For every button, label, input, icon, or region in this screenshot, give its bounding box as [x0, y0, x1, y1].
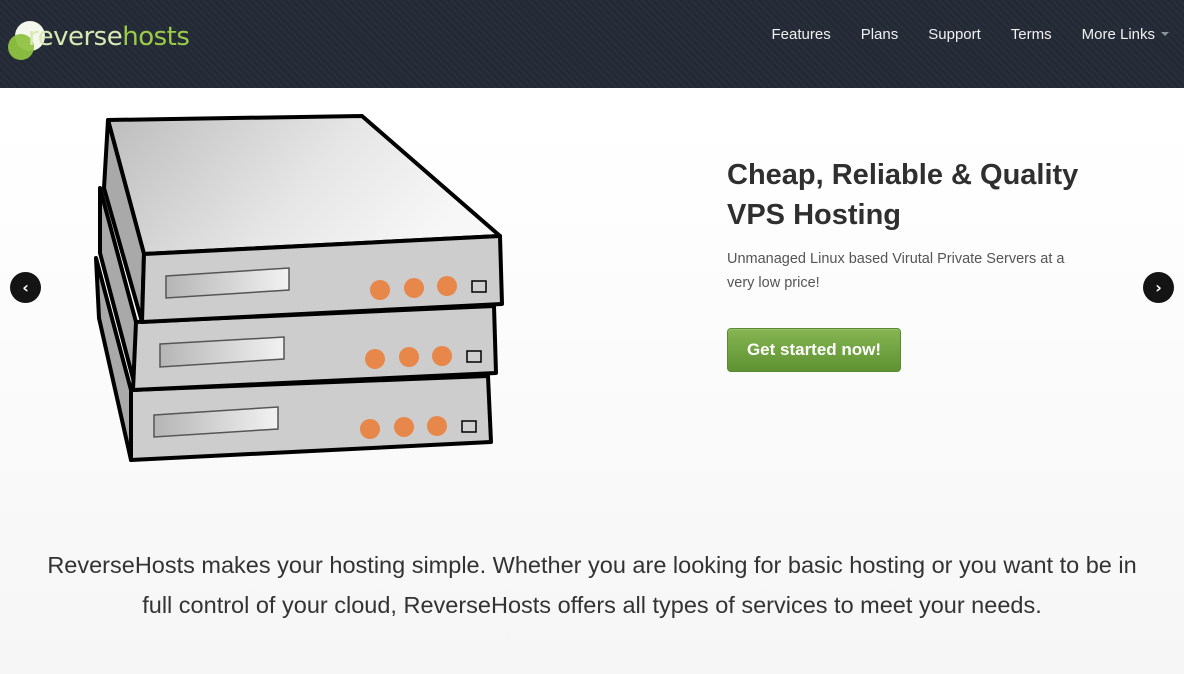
nav-terms-label: Terms	[1010, 25, 1052, 43]
nav-terms[interactable]: Terms	[996, 26, 1067, 43]
server-stack-illustration	[94, 114, 504, 462]
navbar: reversehosts Features Plans Support Term…	[0, 0, 1184, 88]
get-started-label: Get started now!	[746, 340, 882, 359]
hero-title: Cheap, Reliable & Quality VPS Hosting	[727, 155, 1097, 235]
logo-text-reverse: reverse	[28, 22, 123, 52]
hero-title-line2: VPS Hosting	[727, 199, 902, 231]
nav-more-links-label: More Links	[1081, 25, 1155, 43]
hero-title-line1: Cheap, Reliable & Quality	[727, 159, 1079, 191]
logo-text: reversehosts	[28, 22, 190, 52]
tagline: ReverseHosts makes your hosting simple. …	[0, 545, 1184, 625]
carousel-prev-button[interactable]: ‹	[10, 272, 41, 303]
chevron-left-icon: ‹	[22, 278, 29, 297]
nav-features[interactable]: Features	[757, 26, 846, 43]
hero-caption: Cheap, Reliable & Quality VPS Hosting Un…	[727, 155, 1097, 295]
get-started-button[interactable]: Get started now!	[727, 328, 901, 372]
nav-plans[interactable]: Plans	[846, 26, 914, 43]
nav-plans-label: Plans	[860, 25, 899, 43]
chevron-right-icon: ›	[1155, 278, 1162, 297]
logo-text-hosts: hosts	[122, 22, 190, 52]
tagline-line2: full control of your cloud, ReverseHosts…	[142, 592, 1042, 618]
nav-features-label: Features	[771, 25, 831, 43]
nav-support-label: Support	[928, 25, 981, 43]
tagline-line1: ReverseHosts makes your hosting simple. …	[47, 552, 1137, 578]
main-nav: Features Plans Support Terms More Links	[757, 0, 1184, 68]
caret-down-icon	[1161, 32, 1169, 36]
nav-support[interactable]: Support	[913, 26, 996, 43]
carousel-next-button[interactable]: ›	[1143, 272, 1174, 303]
hero-subtitle: Unmanaged Linux based Virutal Private Se…	[727, 251, 1065, 291]
nav-more-links[interactable]: More Links	[1067, 26, 1184, 43]
logo[interactable]: reversehosts	[8, 18, 208, 62]
